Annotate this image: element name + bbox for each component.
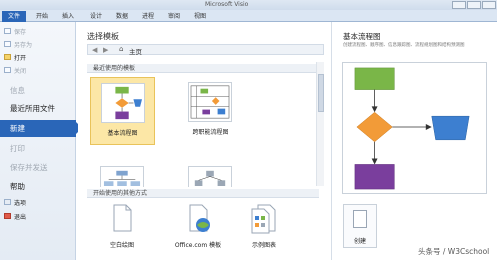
exit-icon	[4, 213, 11, 219]
create-button[interactable]: 创建	[343, 204, 377, 248]
other-ways-header: 开始使用的其他方式	[87, 189, 319, 198]
template-network[interactable]	[178, 161, 243, 187]
office-templates-label: Office.com 模板	[174, 242, 222, 249]
org-chart-thumbnail	[100, 166, 144, 187]
folder-icon	[4, 54, 11, 60]
preview-description: 创建流程图、顺序图、信息跟踪图、流程规划图和结构预测图	[343, 43, 465, 48]
tab-home[interactable]: 开始	[36, 11, 48, 22]
basic-flowchart-thumbnail	[101, 83, 145, 123]
nav-close-label: 关闭	[14, 68, 27, 75]
visio-window: Microsoft Visio 文件 开始 插入 设计 数据 进程 审阅 视图 …	[0, 0, 497, 260]
watermark: 头条号 / W3Cschool	[418, 247, 490, 256]
tab-insert[interactable]: 插入	[62, 11, 74, 22]
preview-title: 基本流程图	[343, 32, 381, 41]
options-icon	[4, 199, 11, 205]
back-icon[interactable]: ◀	[92, 46, 97, 54]
close-button[interactable]	[482, 1, 496, 9]
nav-new[interactable]: 新建	[0, 120, 82, 137]
nav-help[interactable]: 帮助	[10, 181, 25, 192]
tab-view[interactable]: 视图	[194, 11, 206, 22]
nav-info[interactable]: 信息	[10, 85, 25, 96]
blank-document-icon	[113, 204, 132, 232]
network-thumbnail	[188, 166, 232, 187]
scrollbar-thumb[interactable]	[318, 74, 324, 112]
template-label: 跨职能流程图	[192, 129, 229, 136]
save-icon	[4, 28, 11, 34]
flowchart-preview	[342, 62, 487, 194]
save-as-icon	[4, 41, 11, 47]
tab-review[interactable]: 审阅	[168, 11, 180, 22]
template-org-chart[interactable]	[90, 161, 155, 187]
sample-diagram-icon	[251, 204, 276, 234]
sample-diagrams-label: 示例图表	[251, 242, 276, 249]
maximize-button[interactable]	[467, 1, 481, 9]
preview-panel: 基本流程图 创建流程图、顺序图、信息跟踪图、流程规划图和结构预测图 创建	[331, 22, 497, 260]
blank-drawing-label: 空白绘图	[109, 242, 134, 249]
tab-process[interactable]: 进程	[142, 11, 154, 22]
nav-print[interactable]: 打印	[10, 143, 25, 154]
backstage-nav: 保存 另存为 打开 关闭 信息 最近所用文件 新建 打印 保存并发送 帮助 选项…	[0, 22, 82, 260]
template-label: 基本流程图	[107, 130, 138, 137]
breadcrumb-home[interactable]: 主页	[129, 46, 142, 56]
nav-save-as[interactable]: 另存为	[0, 40, 76, 49]
nav-open[interactable]: 打开	[0, 53, 76, 62]
forward-icon[interactable]: ▶	[103, 46, 108, 54]
nav-open-label: 打开	[14, 55, 27, 62]
cross-functional-thumbnail	[188, 82, 232, 122]
template-cross-functional[interactable]: 跨职能流程图	[178, 77, 243, 145]
nav-recent[interactable]: 最近所用文件	[10, 103, 55, 114]
close-file-icon	[4, 67, 11, 73]
nav-options-label: 选项	[14, 200, 27, 207]
nav-exit-label: 退出	[14, 214, 27, 221]
nav-save-send[interactable]: 保存并发送	[10, 162, 48, 173]
new-document-icon	[353, 210, 367, 228]
nav-close[interactable]: 关闭	[0, 66, 76, 75]
ribbon-tabs: 文件 开始 插入 设计 数据 进程 审阅 视图	[0, 10, 497, 22]
home-icon[interactable]: ⌂	[119, 45, 123, 53]
globe-document-icon	[189, 204, 210, 232]
window-title: Microsoft Visio	[205, 1, 249, 8]
recent-templates-header: 最近使用的模板	[87, 64, 319, 73]
tab-data[interactable]: 数据	[116, 11, 128, 22]
minimize-button[interactable]	[452, 1, 466, 9]
title-bar: Microsoft Visio	[0, 0, 497, 10]
template-scrollbar[interactable]	[316, 62, 324, 186]
breadcrumb: ◀ ▶ ⌂ 主页	[87, 44, 324, 56]
nav-exit[interactable]: 退出	[0, 212, 76, 221]
nav-options[interactable]: 选项	[0, 198, 76, 207]
nav-save-label: 保存	[14, 29, 27, 36]
tab-file[interactable]: 文件	[2, 11, 26, 22]
nav-save-as-label: 另存为	[14, 42, 33, 49]
template-basic-flowchart[interactable]: 基本流程图	[90, 77, 155, 145]
nav-save[interactable]: 保存	[0, 27, 76, 36]
template-chooser: 选择模板 ◀ ▶ ⌂ 主页 最近使用的模板 基本流程图 跨职能流程图 开始使用的…	[78, 22, 330, 260]
tab-design[interactable]: 设计	[90, 11, 102, 22]
create-label: 创建	[353, 238, 366, 245]
section-title: 选择模板	[87, 32, 119, 41]
